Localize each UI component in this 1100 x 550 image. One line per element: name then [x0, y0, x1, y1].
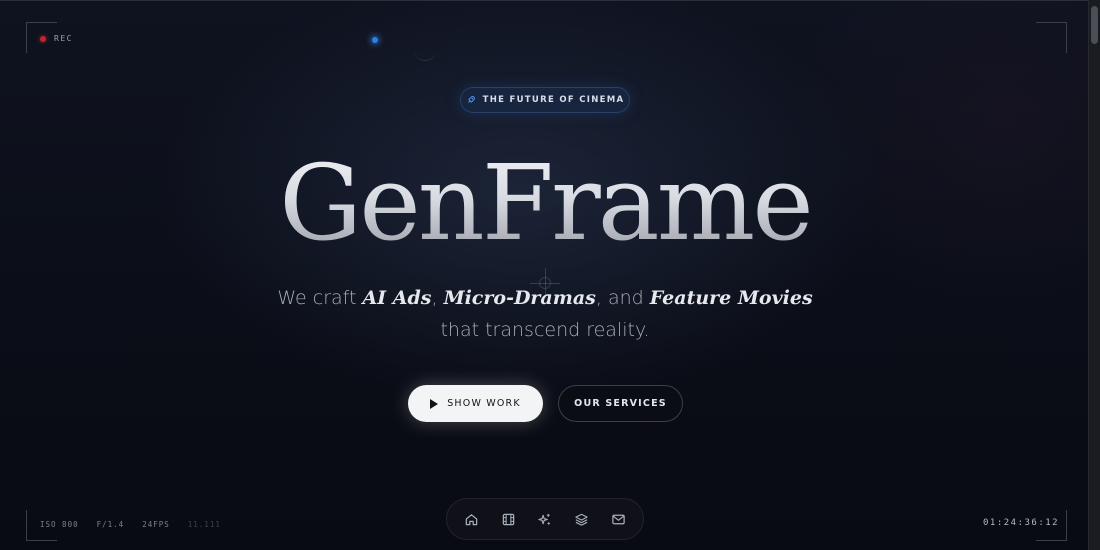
stat-aperture: F/1.4 — [96, 520, 125, 529]
rocket-icon — [467, 96, 475, 103]
stat-iso: ISO 800 — [40, 520, 79, 529]
tagline-line-2: that transcend reality. — [440, 319, 650, 341]
stat-fps: 24FPS — [142, 520, 170, 529]
mail-icon — [612, 514, 625, 524]
page-scrollbar[interactable] — [1088, 0, 1100, 550]
viewfinder-corner-top-right — [1036, 22, 1067, 53]
tagline-prefix: We craft — [277, 287, 363, 309]
play-icon — [430, 398, 439, 409]
stat-extra: 11.111 — [187, 520, 221, 529]
glow-dot — [372, 37, 378, 43]
scrollbar-thumb[interactable] — [1091, 6, 1098, 44]
timecode: 01:24:36:12 — [983, 518, 1060, 528]
our-services-button[interactable]: OUR SERVICES — [558, 385, 683, 422]
our-services-label: OUR SERVICES — [574, 398, 667, 409]
tagline-ai-ads: AI Ads — [362, 287, 432, 309]
dock-sparkles[interactable] — [533, 507, 557, 531]
dock-film[interactable] — [496, 507, 520, 531]
film-icon — [502, 513, 514, 525]
bottom-dock-nav — [446, 498, 644, 540]
badge-label: THE FUTURE OF CINEMA — [482, 95, 625, 105]
layers-icon — [575, 513, 588, 526]
top-border — [0, 0, 1100, 1]
sparkles-icon — [538, 513, 551, 525]
rec-label: REC — [54, 34, 73, 43]
record-dot-icon — [40, 35, 46, 42]
tagline-separator-1: , — [431, 287, 444, 309]
home-icon — [465, 513, 478, 525]
tagline-separator-2: , and — [595, 287, 650, 309]
dock-layers[interactable] — [570, 507, 594, 531]
show-work-button[interactable]: SHOW WORK — [408, 385, 543, 422]
rec-indicator: REC — [40, 34, 73, 43]
camera-stats: ISO 800 F/1.4 24FPS 11.111 — [40, 520, 221, 529]
tagline-feature-movies: Feature Movies — [649, 287, 813, 309]
hero-title: GenFrame — [0, 138, 1090, 268]
dock-mail[interactable] — [607, 507, 631, 531]
show-work-label: SHOW WORK — [447, 398, 521, 409]
tagline-badge: THE FUTURE OF CINEMA — [460, 87, 630, 113]
tagline-micro-dramas: Micro-Dramas — [443, 287, 596, 309]
dock-home[interactable] — [459, 507, 483, 531]
hero-tagline: We craft AI Ads, Micro-Dramas, and Featu… — [0, 282, 1090, 346]
